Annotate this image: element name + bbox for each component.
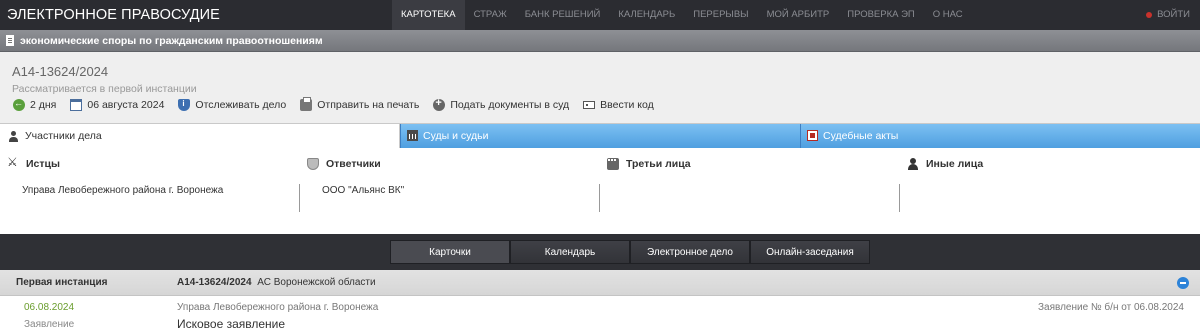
plaintiffs-column: Истцы Управа Левобережного района г. Вор… (0, 155, 300, 228)
subtabs: Карточки Календарь Электронное дело Онла… (390, 240, 870, 264)
hearing-date[interactable]: 06 августа 2024 (70, 99, 164, 111)
swords-icon (7, 155, 19, 170)
defendants-column: Ответчики ООО "Альянс ВК" (300, 158, 600, 228)
section-tabs: Участники дела Суды и судьи Судебные акт… (0, 124, 1200, 148)
instance-title: Первая инстанция (16, 277, 108, 288)
participants-panel: Истцы Управа Левобережного района г. Вор… (0, 148, 1200, 228)
tab-participants-label: Участники дела (25, 130, 102, 142)
third-parties-label: Третьи лица (626, 158, 691, 170)
nav-item-kartoteka[interactable]: КАРТОТЕКА (392, 0, 465, 30)
plus-circle-icon (433, 97, 446, 111)
category-label: экономические споры по гражданским право… (20, 34, 323, 47)
category-bar: экономические споры по гражданским право… (0, 30, 1200, 52)
document-type: Заявление (24, 319, 75, 330)
document-date: 06.08.2024 (24, 302, 75, 313)
courthouse-icon (407, 130, 418, 141)
track-case-button[interactable]: Отслеживать дело (178, 99, 286, 111)
nav-item-strazh[interactable]: СТРАЖ (465, 0, 516, 30)
nav-item-check-ep[interactable]: ПРОВЕРКА ЭП (838, 0, 924, 30)
tab-courts[interactable]: Суды и судьи (400, 124, 800, 148)
print-label: Отправить на печать (317, 99, 420, 111)
nav-item-calendar[interactable]: КАЛЕНДАРЬ (609, 0, 684, 30)
tab-participants[interactable]: Участники дела (0, 124, 400, 148)
document-reference: Заявление № б/н от 06.08.2024 (1037, 302, 1184, 313)
login-dot-icon (1146, 12, 1153, 18)
subtab-electronic-case[interactable]: Электронное дело (630, 240, 750, 264)
case-actions: 2 дня 06 августа 2024 Отслеживать дело О… (13, 97, 668, 111)
collapse-icon[interactable] (1177, 277, 1189, 289)
document-icon (6, 35, 14, 46)
plaintiff-item[interactable]: Управа Левобережного района г. Воронежа (7, 185, 300, 196)
subtab-cards[interactable]: Карточки (390, 240, 510, 264)
other-parties-column: Иные лица (900, 158, 1200, 228)
subtab-calendar[interactable]: Календарь (510, 240, 630, 264)
nav-item-about[interactable]: О НАС (924, 0, 972, 30)
case-status: Рассматривается в первой инстанции (12, 83, 197, 95)
court-act-icon (807, 130, 818, 141)
shield-icon (307, 158, 319, 170)
other-parties-label: Иные лица (926, 158, 984, 170)
print-button[interactable]: Отправить на печать (300, 97, 420, 111)
days-indicator[interactable]: 2 дня (13, 98, 57, 111)
plaintiffs-label: Истцы (26, 158, 60, 170)
instance-case-number: А14-13624/2024 (177, 277, 252, 288)
third-parties-column: Третьи лица (600, 158, 900, 228)
subtabs-bar: Карточки Календарь Электронное дело Онла… (0, 234, 1200, 270)
nav-item-breaks[interactable]: ПЕРЕРЫВЫ (684, 0, 757, 30)
instance-case: А14-13624/2024 АС Воронежской области (177, 277, 376, 288)
enter-code-label: Ввести код (600, 99, 654, 111)
defendants-heading: Ответчики (307, 158, 600, 170)
app-title[interactable]: ЭЛЕКТРОННОЕ ПРАВОСУДИЕ (0, 7, 392, 23)
document-title[interactable]: Исковое заявление (177, 317, 285, 331)
third-parties-heading: Третьи лица (607, 158, 900, 170)
case-header: А14-13624/2024 Рассматривается в первой … (0, 52, 1200, 124)
nav-item-my-arbitr[interactable]: МОЙ АРБИТР (758, 0, 839, 30)
submit-documents-button[interactable]: Подать документы в суд (433, 97, 570, 111)
plaintiffs-heading: Истцы (7, 155, 300, 170)
case-number: А14-13624/2024 (12, 64, 109, 79)
shield-icon (178, 99, 191, 111)
document-row[interactable]: 06.08.2024 Заявление Управа Левобережног… (0, 296, 1200, 332)
document-organization: Управа Левобережного района г. Воронежа (177, 302, 379, 313)
top-navbar: ЭЛЕКТРОННОЕ ПРАВОСУДИЕ КАРТОТЕКА СТРАЖ Б… (0, 0, 1200, 30)
tab-acts-label: Судебные акты (823, 130, 899, 142)
hearing-date-label: 06 августа 2024 (87, 99, 165, 111)
calendar-icon (70, 99, 83, 111)
subtab-online-sessions[interactable]: Онлайн-заседания (750, 240, 870, 264)
code-icon (583, 101, 596, 109)
instance-header[interactable]: Первая инстанция А14-13624/2024 АС Ворон… (0, 270, 1200, 296)
printer-icon (300, 97, 313, 111)
back-arrow-icon (13, 98, 25, 111)
login-label: ВОЙТИ (1157, 9, 1190, 20)
defendant-item[interactable]: ООО "Альянс ВК" (307, 185, 600, 196)
enter-code-button[interactable]: Ввести код (583, 99, 654, 111)
user-icon (907, 158, 919, 170)
instance-court: АС Воронежской области (257, 277, 376, 288)
track-case-label: Отслеживать дело (195, 99, 287, 111)
days-label: 2 дня (30, 99, 57, 111)
main-nav: КАРТОТЕКА СТРАЖ БАНК РЕШЕНИЙ КАЛЕНДАРЬ П… (392, 0, 972, 30)
defendants-label: Ответчики (326, 158, 381, 170)
tab-acts[interactable]: Судебные акты (800, 124, 1200, 148)
submit-documents-label: Подать документы в суд (450, 99, 570, 111)
person-icon (8, 130, 19, 142)
tab-courts-label: Суды и судьи (423, 130, 489, 142)
other-parties-heading: Иные лица (907, 158, 1200, 170)
login-button[interactable]: ВОЙТИ (1146, 0, 1190, 30)
nav-item-bank-resheniy[interactable]: БАНК РЕШЕНИЙ (516, 0, 610, 30)
group-icon (607, 158, 619, 170)
